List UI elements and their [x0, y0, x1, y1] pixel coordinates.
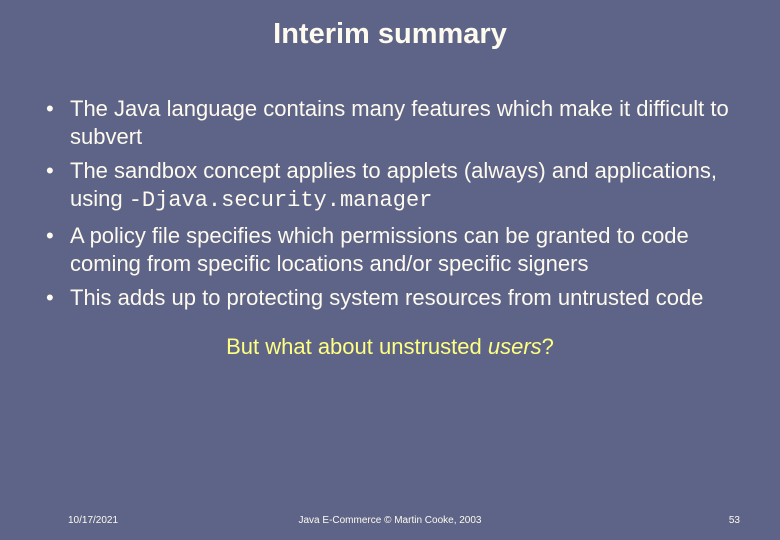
footer-center: Java E-Commerce © Martin Cooke, 2003 [299, 515, 482, 526]
callout-prefix: But what about unstrusted [226, 334, 488, 359]
bullet-item: The sandbox concept applies to applets (… [42, 157, 750, 215]
footer-date: 10/17/2021 [68, 515, 118, 526]
bullet-list: The Java language contains many features… [30, 95, 750, 312]
bullet-item: This adds up to protecting system resour… [42, 284, 750, 312]
slide-title: Interim summary [30, 18, 750, 51]
code-text: -Djava.security.manager [129, 188, 433, 213]
callout-text: But what about unstrusted users? [30, 334, 750, 360]
footer-page: 53 [729, 515, 740, 526]
footer: 10/17/2021 Java E-Commerce © Martin Cook… [0, 515, 780, 526]
slide: Interim summary The Java language contai… [0, 0, 780, 540]
callout-suffix: ? [542, 334, 554, 359]
callout-italic: users [488, 334, 542, 359]
bullet-item: The Java language contains many features… [42, 95, 750, 151]
bullet-item: A policy file specifies which permission… [42, 222, 750, 278]
